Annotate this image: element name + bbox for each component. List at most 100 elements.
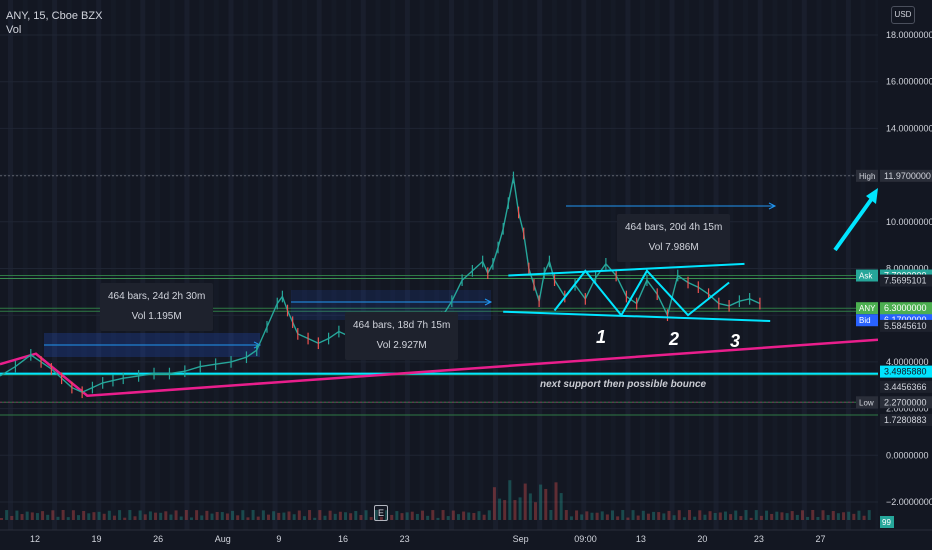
volume-bar xyxy=(641,510,645,520)
volume-bar xyxy=(836,513,840,520)
volume-bar xyxy=(107,510,111,520)
volume-bar xyxy=(492,487,496,520)
volume-bar xyxy=(328,510,332,520)
measure-1-bars: 464 bars, 24d 2h 30m xyxy=(108,291,206,302)
volume-bar xyxy=(451,510,455,520)
volume-bar xyxy=(487,510,491,520)
volume-bar xyxy=(754,510,758,520)
volume-bar xyxy=(436,517,440,520)
volume-bar xyxy=(816,517,820,520)
measure-box-2: 464 bars, 18d 7h 15m Vol 2.927M xyxy=(345,312,459,360)
volume-bar xyxy=(251,510,255,520)
x-tick-label: 20 xyxy=(697,534,707,544)
volume-bar xyxy=(51,510,55,520)
volume-bar xyxy=(123,517,127,520)
volume-bar xyxy=(266,514,270,520)
currency-button[interactable]: USD xyxy=(891,6,915,24)
volume-bar xyxy=(652,511,656,520)
high-tag-label: High xyxy=(859,172,875,181)
measure-box-1: 464 bars, 24d 2h 30m Vol 1.195M xyxy=(100,283,214,331)
volume-bar xyxy=(477,511,481,520)
session-band xyxy=(257,0,263,530)
volume-bar xyxy=(826,515,830,520)
volume-bar xyxy=(87,513,91,520)
session-band xyxy=(228,0,234,530)
volume-bar xyxy=(595,512,599,520)
volume-bar xyxy=(225,513,229,520)
earnings-marker[interactable]: E xyxy=(374,505,388,521)
volume-bar xyxy=(462,511,466,520)
volume-bar xyxy=(77,515,81,520)
volume-bar xyxy=(800,510,804,520)
volume-bar xyxy=(179,516,183,520)
volume-bar xyxy=(626,517,630,520)
y-tick-label: −2.0000000 xyxy=(886,497,932,507)
level-2-tag: 5.5845610 xyxy=(884,321,927,331)
volume-bar xyxy=(338,511,342,520)
low-tag-label: Low xyxy=(859,398,874,407)
y-tick-label: 18.0000000 xyxy=(886,30,932,40)
volume-bar xyxy=(852,513,856,520)
volume-bar xyxy=(154,512,158,520)
measure-3-bars: 464 bars, 20d 4h 15m xyxy=(625,222,723,233)
volume-bar xyxy=(354,511,358,520)
x-tick-label: 19 xyxy=(92,534,102,544)
x-tick-label: 13 xyxy=(636,534,646,544)
session-band xyxy=(625,0,631,530)
high-tag: 11.9700000 xyxy=(884,171,931,181)
session-band xyxy=(22,0,28,530)
volume-bar xyxy=(30,512,34,520)
volume-bar xyxy=(210,513,214,520)
session-band xyxy=(522,0,528,530)
volume-bar xyxy=(847,511,851,520)
measure-2-vol: Vol 2.927M xyxy=(376,340,427,351)
volume-bar xyxy=(518,497,522,520)
volume-bar xyxy=(605,514,609,520)
volume-bar xyxy=(513,500,517,520)
session-band xyxy=(640,0,646,530)
session-band xyxy=(140,0,146,530)
volume-bar xyxy=(236,515,240,520)
measure-1-vol: Vol 1.195M xyxy=(131,311,182,322)
volume-bar xyxy=(421,510,425,520)
volume-bar xyxy=(703,514,707,520)
x-tick-label: 09:00 xyxy=(574,534,597,544)
session-band xyxy=(463,0,469,530)
volume-bar xyxy=(71,510,75,520)
volume-bar xyxy=(215,511,219,520)
session-band xyxy=(331,0,337,530)
x-tick-label: 9 xyxy=(276,534,281,544)
volume-bar xyxy=(831,511,835,520)
volume-bar xyxy=(636,515,640,520)
volume-bar xyxy=(112,515,116,520)
session-band xyxy=(596,0,601,530)
volume-bar xyxy=(277,512,281,520)
volume-bar xyxy=(164,511,168,520)
volume-bar xyxy=(256,516,260,520)
x-tick-label: 26 xyxy=(153,534,163,544)
volume-bar xyxy=(61,510,65,520)
volume-bar xyxy=(708,511,712,520)
volume-bar xyxy=(446,516,450,520)
session-band xyxy=(37,0,43,530)
volume-bar xyxy=(539,484,543,520)
session-band xyxy=(743,0,748,530)
price-chart[interactable]: 18.000000016.000000014.000000012.0000000… xyxy=(0,0,932,550)
session-band xyxy=(184,0,190,530)
session-band xyxy=(8,0,13,530)
up-arrow xyxy=(833,195,875,252)
measure-box-3: 464 bars, 20d 4h 15m Vol 7.986M xyxy=(617,214,731,262)
measure-3-vol: Vol 7.986M xyxy=(648,242,699,253)
symbol-title[interactable]: ANY, 15, Cboe BZX xyxy=(6,9,102,23)
volume-bar xyxy=(667,510,671,520)
touch-label-2: 2 xyxy=(669,329,680,349)
volume-label: Vol xyxy=(6,24,22,36)
volume-bar xyxy=(369,517,373,520)
volume-bar xyxy=(682,517,686,520)
volume-bar xyxy=(82,510,86,520)
bid-tag-label: Bid xyxy=(859,316,871,325)
y-tick-label: 16.0000000 xyxy=(886,77,932,87)
volume-bar xyxy=(759,515,763,520)
session-band xyxy=(551,0,557,530)
volume-bar xyxy=(862,515,866,520)
